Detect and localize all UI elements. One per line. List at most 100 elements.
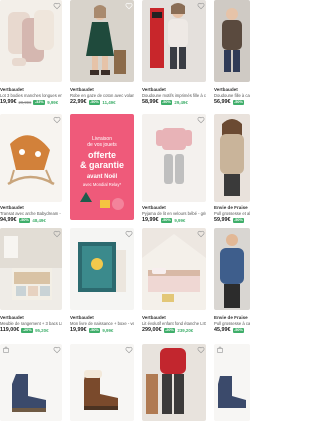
product-title: Pull grossesse à cable xyxy=(214,321,250,326)
heart-icon[interactable] xyxy=(197,116,205,124)
girl-outfit-image xyxy=(146,348,186,414)
product-image[interactable] xyxy=(0,114,62,202)
product-image[interactable] xyxy=(214,228,250,310)
product-image[interactable] xyxy=(214,114,250,202)
baby-bouncer-image xyxy=(7,135,55,186)
price-row: 45,99€ -50% xyxy=(214,327,245,333)
girl-dress-image xyxy=(86,5,126,75)
product-card[interactable]: Vertbaudet Lit évolutif enfant fond étan… xyxy=(142,228,206,338)
product-card[interactable] xyxy=(214,344,250,421)
product-price: 119,00€ xyxy=(0,327,20,333)
heart-icon[interactable] xyxy=(125,2,133,10)
product-brand: Envie de Fraise xyxy=(214,315,248,320)
boots-image xyxy=(84,370,118,410)
heart-icon[interactable] xyxy=(125,230,133,238)
discount-badge: -33% xyxy=(33,99,46,105)
product-image[interactable] xyxy=(0,0,62,82)
product-card[interactable]: Envie de Fraise Pull grossesse et allait… xyxy=(214,114,250,224)
compare-icon[interactable] xyxy=(216,346,224,354)
product-brand: Vertbaudet xyxy=(142,205,166,210)
heart-icon[interactable] xyxy=(197,2,205,10)
promo-line: avant Noël xyxy=(86,174,118,180)
product-price: 56,99€ xyxy=(214,99,231,105)
promo-card[interactable]: Livraison de vos jouets offerte & garant… xyxy=(70,114,134,220)
promo-banner[interactable]: Livraison de vos jouets offerte & garant… xyxy=(70,114,134,220)
product-price: 19,99€ xyxy=(0,99,17,105)
product-price: 58,99€ xyxy=(142,99,159,105)
promo-line: de vos jouets xyxy=(87,142,117,148)
product-brand: Envie de Fraise xyxy=(214,205,248,210)
price-row: 22,99€ -50% 11,49€ xyxy=(70,99,116,105)
product-card[interactable]: Vertbaudet Pyjama de lit en velours bébé… xyxy=(142,114,206,224)
heart-icon[interactable] xyxy=(125,346,133,354)
product-card[interactable] xyxy=(0,344,62,421)
product-image[interactable] xyxy=(142,344,206,421)
product-title: Meuble de rangement + 3 bacs LINEO xyxy=(0,321,62,326)
heart-icon[interactable] xyxy=(197,230,205,238)
product-image[interactable] xyxy=(0,228,62,310)
product-image[interactable] xyxy=(70,344,134,421)
product-title: Doudoune fille à capuche xyxy=(214,93,250,98)
heart-icon[interactable] xyxy=(53,2,61,10)
bodysuit-image xyxy=(8,10,54,66)
product-title: Robe en gaze de coton avec volants xyxy=(70,93,134,98)
product-title: Pyjama de lit en velours bébé - gris xyxy=(142,211,206,216)
product-price: 94,99€ xyxy=(0,217,17,223)
product-title: Doudoune motifs imprimés fille à capuche xyxy=(142,93,206,98)
product-card[interactable]: Vertbaudet Robe en gaze de coton avec vo… xyxy=(70,0,134,110)
discount-badge: -50% xyxy=(232,99,245,105)
product-price: 59,99€ xyxy=(214,217,231,223)
product-card[interactable]: Envie de Fraise Pull grossesse à cable 4… xyxy=(214,228,250,338)
discount-badge: -50% xyxy=(88,99,101,105)
product-card[interactable] xyxy=(142,344,206,421)
product-price: 22,99€ xyxy=(70,99,87,105)
product-image[interactable] xyxy=(142,0,206,82)
product-image[interactable] xyxy=(142,228,206,310)
product-brand: Vertbaudet xyxy=(0,315,24,320)
product-price: 19,99€ xyxy=(142,217,159,223)
product-card[interactable]: Vertbaudet Lot 3 bodies manches longues … xyxy=(0,0,62,110)
product-image[interactable] xyxy=(70,228,134,310)
product-image[interactable] xyxy=(142,114,206,202)
discount-badge: -50% xyxy=(88,327,101,333)
price-row: 119,00€ -20% 95,20€ xyxy=(0,327,49,333)
product-brand: Vertbaudet xyxy=(70,315,94,320)
promo-line: avec Mondial Relay* xyxy=(82,182,122,187)
promo-headline: offerte xyxy=(87,150,116,160)
product-image[interactable] xyxy=(0,344,62,421)
product-grid: Vertbaudet Lot 3 bodies manches longues … xyxy=(0,0,250,421)
product-image[interactable] xyxy=(214,0,250,82)
heart-icon[interactable] xyxy=(53,116,61,124)
product-image[interactable] xyxy=(70,0,134,82)
price-row: 94,99€ -50% 48,49€ xyxy=(0,217,46,223)
discount-badge: -50% xyxy=(160,99,173,105)
heart-icon[interactable] xyxy=(197,346,205,354)
product-title: Transat avec arche Babydream - coral xyxy=(0,211,62,216)
product-image[interactable] xyxy=(214,344,250,421)
discount-badge: -20% xyxy=(21,327,34,333)
product-card[interactable]: Vertbaudet Doudoune fille à capuche 56,9… xyxy=(214,0,250,110)
member-price: 9,99€ xyxy=(47,99,59,105)
price-row: 59,99€ -50% xyxy=(214,217,245,223)
product-price: 299,00€ xyxy=(142,327,162,333)
price-row: 19,99€ 29,99€ -33% 9,99€ xyxy=(0,99,58,105)
kids-bed-image xyxy=(142,234,206,310)
product-brand: Vertbaudet xyxy=(0,205,24,210)
heart-icon[interactable] xyxy=(53,230,61,238)
product-title: Lot 3 bodies manches longues en coton bi… xyxy=(0,93,62,98)
boots-image xyxy=(12,374,46,412)
compare-icon[interactable] xyxy=(2,346,10,354)
discount-badge: -50% xyxy=(160,217,173,223)
product-card[interactable]: Vertbaudet Mon livre de naissance + boxe… xyxy=(70,228,134,338)
product-old-price: 29,99€ xyxy=(18,99,32,105)
product-card[interactable]: Vertbaudet Doudoune motifs imprimés fill… xyxy=(142,0,206,110)
storage-furniture-image xyxy=(0,228,62,300)
girl-jacket-image xyxy=(150,3,188,69)
product-card[interactable]: Vertbaudet Meuble de rangement + 3 bacs … xyxy=(0,228,62,338)
heart-icon[interactable] xyxy=(53,346,61,354)
member-price: 29,49€ xyxy=(174,99,188,105)
product-card[interactable] xyxy=(70,344,134,421)
product-card[interactable]: Vertbaudet Transat avec arche Babydream … xyxy=(0,114,62,224)
product-title: Mon livre de naissance + boxe - vert xyxy=(70,321,134,326)
product-brand: Vertbaudet xyxy=(142,87,166,92)
